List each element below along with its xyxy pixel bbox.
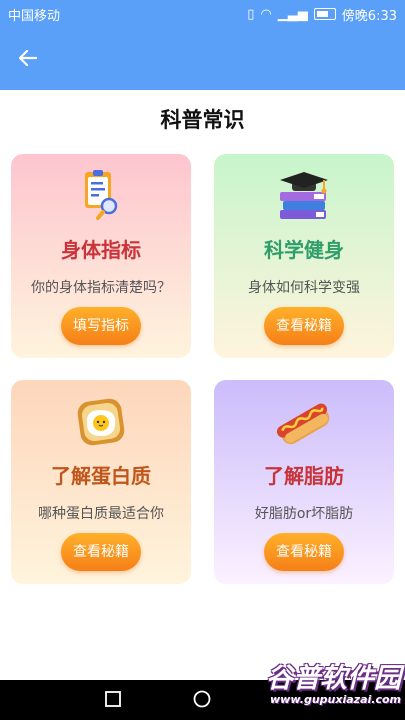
view-tips-button[interactable]: 查看秘籍	[61, 533, 141, 571]
page-title: 科普常识	[160, 108, 245, 132]
card-description: 身体如何科学变强	[248, 280, 360, 296]
circle-icon	[193, 690, 211, 708]
card-title: 了解脂肪	[264, 464, 344, 488]
home-button[interactable]	[193, 690, 211, 708]
wifi-icon: ◠	[260, 6, 272, 22]
hotdog-icon	[276, 403, 330, 445]
card-title: 了解蛋白质	[51, 464, 151, 488]
card-body-metrics[interactable]: 身体指标 你的身体指标清楚吗？ 填写指标	[11, 154, 191, 358]
view-tips-button[interactable]: 查看秘籍	[264, 307, 344, 345]
card-title: 科学健身	[264, 238, 344, 262]
signal-icon: ▁▃▅	[277, 6, 308, 22]
fill-metrics-button[interactable]: 填写指标	[61, 307, 141, 345]
status-icons: ▯ ◠ ▁▃▅ 傍晚6:33	[247, 5, 397, 24]
watermark-main: 谷普软件园	[266, 663, 401, 694]
card-description: 哪种蛋白质最适合你	[38, 506, 164, 522]
card-protein[interactable]: 了解蛋白质 哪种蛋白质最适合你 查看秘籍	[11, 380, 191, 584]
status-bar: 中国移动 ▯ ◠ ▁▃▅ 傍晚6:33	[0, 0, 405, 28]
carrier-label: 中国移动	[8, 8, 61, 24]
watermark-url: www.gupuxiazai.com	[270, 693, 401, 706]
arrow-left-icon	[19, 50, 37, 66]
card-description: 你的身体指标清楚吗？	[31, 280, 171, 296]
clipboard-icon	[85, 170, 118, 220]
square-icon	[105, 691, 121, 707]
watermark: 谷普软件园 www.gupuxiazai.com	[221, 656, 401, 720]
vibrate-icon: ▯	[247, 6, 255, 22]
card-science-fitness[interactable]: 科学健身 身体如何科学变强 查看秘籍	[214, 154, 394, 358]
card-fat[interactable]: 了解脂肪 好脂肪or坏脂肪 查看秘籍	[214, 380, 394, 584]
card-description: 好脂肪or坏脂肪	[254, 506, 354, 522]
battery-icon	[313, 8, 336, 20]
clock: 傍晚6:33	[341, 8, 397, 24]
egg-toast-icon	[77, 398, 125, 446]
recent-apps-button[interactable]	[104, 690, 122, 708]
view-tips-button[interactable]: 查看秘籍	[264, 533, 344, 571]
app-bar	[0, 28, 405, 90]
back-button[interactable]	[14, 44, 42, 72]
books-graduation-icon	[280, 172, 328, 219]
card-title: 身体指标	[61, 238, 141, 262]
